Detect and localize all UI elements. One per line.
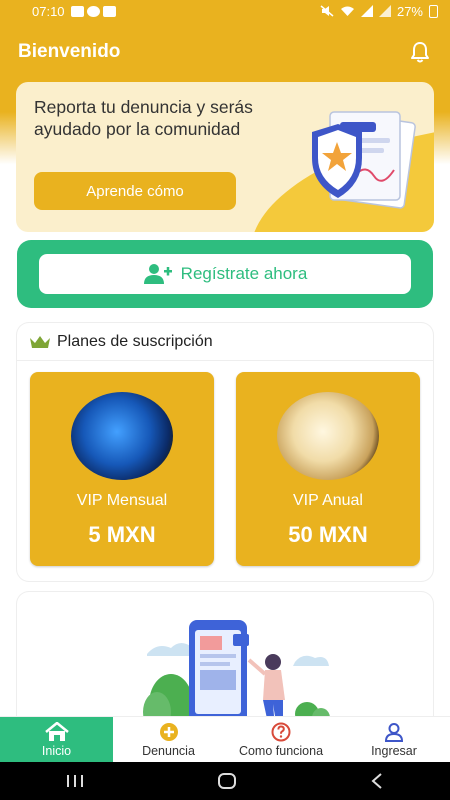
signal-icon — [360, 5, 373, 17]
app-notification-icon — [86, 5, 100, 17]
battery-icon — [429, 4, 438, 18]
nav-item-ingresar[interactable]: Ingresar — [338, 717, 450, 762]
nav-item-denuncia[interactable]: Denuncia — [113, 717, 224, 762]
help-icon — [271, 722, 291, 741]
promo-card — [17, 592, 433, 732]
signal-icon — [378, 5, 391, 17]
back-icon[interactable] — [370, 772, 384, 790]
blue-medal-icon — [71, 392, 173, 480]
register-section: Regístrate ahora — [17, 240, 433, 308]
mute-icon — [320, 5, 334, 17]
nav-label: Inicio — [41, 743, 72, 758]
notification-icons — [70, 5, 116, 17]
add-circle-icon — [159, 722, 178, 741]
hero-card: Reporta tu denuncia y serás ayudado por … — [16, 82, 434, 232]
bottom-navigation: Inicio Denuncia Como funciona Ingresar — [0, 716, 450, 762]
system-navigation-bar — [0, 762, 450, 800]
add-user-icon — [143, 264, 172, 284]
register-button-label: Regístrate ahora — [180, 264, 308, 283]
battery-percent: 27% — [396, 3, 423, 19]
nav-label: Denuncia — [142, 743, 195, 758]
user-icon — [384, 722, 404, 742]
recent-apps-icon[interactable] — [66, 773, 84, 789]
plan-price: 50 MXN — [288, 522, 368, 547]
status-time: 07:10 — [32, 3, 65, 19]
youtube-icon — [70, 5, 84, 17]
nav-label: Como funciona — [238, 743, 324, 758]
home-button-icon[interactable] — [217, 771, 237, 791]
phone-illustration — [143, 620, 330, 732]
plan-price: 5 MXN — [88, 522, 156, 547]
hero-section: Reporta tu denuncia y serás ayudado por … — [0, 82, 450, 234]
home-icon — [44, 721, 69, 741]
message-icon — [102, 5, 116, 17]
register-button[interactable]: Regístrate ahora — [39, 254, 411, 294]
wifi-icon — [340, 6, 354, 16]
nav-label: Ingresar — [371, 743, 417, 758]
gold-medal-icon — [277, 392, 379, 480]
nav-item-como-funciona[interactable]: Como funciona — [224, 717, 338, 762]
plan-name: VIP Mensual — [76, 492, 168, 509]
plans-title: Planes de suscripción — [57, 332, 213, 350]
nav-item-inicio[interactable]: Inicio — [0, 717, 113, 762]
status-right: 27% — [320, 4, 438, 19]
crown-icon — [30, 335, 50, 348]
plan-card-monthly[interactable]: VIP Mensual 5 MXN — [30, 372, 214, 566]
plans-header: Planes de suscripción — [17, 323, 433, 361]
app-header: Bienvenido — [0, 22, 450, 82]
hero-text: Reporta tu denuncia y serás ayudado por … — [34, 97, 253, 139]
plan-name: VIP Anual — [293, 492, 363, 509]
bell-icon[interactable] — [408, 40, 432, 64]
page-title: Bienvenido — [18, 41, 121, 62]
status-left: 07:10 — [32, 4, 116, 19]
shield-document-icon — [312, 111, 416, 209]
status-bar: 07:10 27% — [0, 0, 450, 22]
plan-card-annual[interactable]: VIP Anual 50 MXN — [236, 372, 420, 566]
subscription-plans: Planes de suscripción VIP Mensual 5 MXN … — [17, 323, 433, 581]
learn-how-button[interactable]: Aprende cómo — [34, 172, 236, 210]
